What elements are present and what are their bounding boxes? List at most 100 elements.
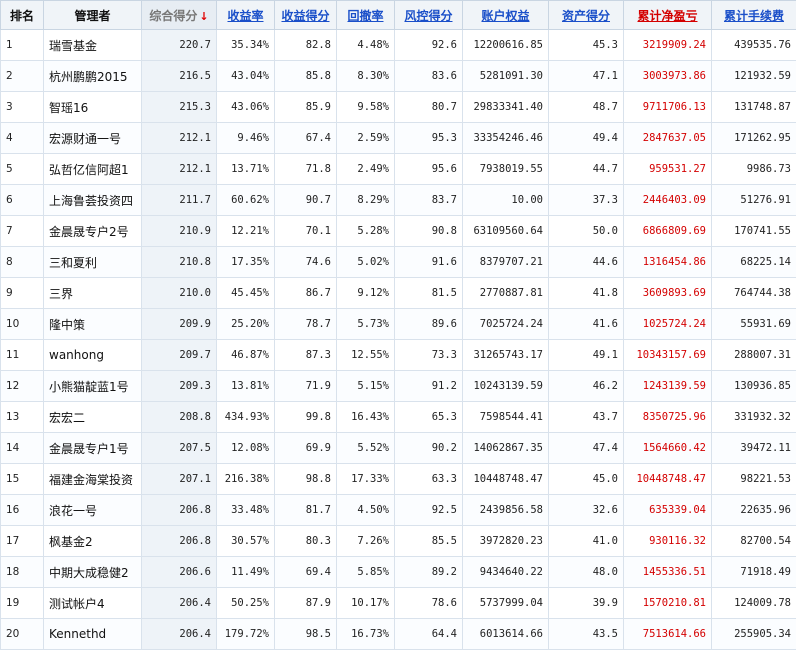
table-row: 1瑞雪基金220.735.34%82.84.48%92.612200616.85…	[1, 30, 796, 61]
return-score-cell: 69.9	[275, 433, 337, 464]
drawdown-cell: 2.49%	[337, 154, 395, 185]
cum-net-pnl-cell: 1564660.42	[624, 433, 712, 464]
drawdown-cell: 16.73%	[337, 619, 395, 650]
total-score-cell: 206.6	[142, 557, 217, 588]
risk-score-cell: 92.5	[395, 495, 463, 526]
return-score-cell: 90.7	[275, 185, 337, 216]
table-row: 6上海鲁荟投资四211.760.62%90.78.29%83.710.0037.…	[1, 185, 796, 216]
return-score-cell: 80.3	[275, 526, 337, 557]
return-rate-cell: 33.48%	[217, 495, 275, 526]
rank-cell: 11	[1, 340, 44, 371]
return-rate-cell: 11.49%	[217, 557, 275, 588]
equity-cell: 7938019.55	[463, 154, 549, 185]
manager-name-cell: 金晨晟专户2号	[44, 216, 142, 247]
ranking-table: 排名 管理者 综合得分↓ 收益率 收益得分 回撤率 风控得分 账户权益 资产得分…	[0, 0, 796, 650]
asset-score-cell: 43.7	[549, 402, 624, 433]
cum-fee-cell: 9986.73	[712, 154, 796, 185]
cum-net-pnl-cell: 1455336.51	[624, 557, 712, 588]
header-total-score-label: 综合得分	[149, 9, 197, 23]
drawdown-cell: 2.59%	[337, 123, 395, 154]
rank-cell: 7	[1, 216, 44, 247]
cum-net-pnl-cell: 1316454.86	[624, 247, 712, 278]
cum-fee-cell: 121932.59	[712, 61, 796, 92]
table-row: 17枫基金2206.830.57%80.37.26%85.53972820.23…	[1, 526, 796, 557]
equity-cell: 29833341.40	[463, 92, 549, 123]
return-score-cell: 78.7	[275, 309, 337, 340]
header-return-score[interactable]: 收益得分	[275, 1, 337, 30]
total-score-cell: 206.8	[142, 526, 217, 557]
return-rate-cell: 45.45%	[217, 278, 275, 309]
return-rate-cell: 434.93%	[217, 402, 275, 433]
cum-fee-cell: 331932.32	[712, 402, 796, 433]
asset-score-cell: 41.8	[549, 278, 624, 309]
table-row: 12小熊猫靛蓝1号209.313.81%71.95.15%91.21024313…	[1, 371, 796, 402]
risk-score-cell: 63.3	[395, 464, 463, 495]
return-rate-cell: 35.34%	[217, 30, 275, 61]
manager-name-cell: 三和夏利	[44, 247, 142, 278]
header-cum-net-pnl[interactable]: 累计净盈亏	[624, 1, 712, 30]
risk-score-cell: 91.6	[395, 247, 463, 278]
header-total-score[interactable]: 综合得分↓	[142, 1, 217, 30]
manager-name-cell: 杭州鹏鹏2015	[44, 61, 142, 92]
risk-score-cell: 80.7	[395, 92, 463, 123]
rank-cell: 2	[1, 61, 44, 92]
equity-cell: 6013614.66	[463, 619, 549, 650]
cum-net-pnl-cell: 1243139.59	[624, 371, 712, 402]
equity-cell: 14062867.35	[463, 433, 549, 464]
return-score-cell: 85.8	[275, 61, 337, 92]
cum-net-pnl-cell: 3219909.24	[624, 30, 712, 61]
cum-fee-cell: 288007.31	[712, 340, 796, 371]
manager-name-cell: 弘哲亿信阿超1	[44, 154, 142, 185]
table-row: 9三界210.045.45%86.79.12%81.52770887.8141.…	[1, 278, 796, 309]
rank-cell: 14	[1, 433, 44, 464]
equity-cell: 2439856.58	[463, 495, 549, 526]
risk-score-cell: 83.7	[395, 185, 463, 216]
rank-cell: 20	[1, 619, 44, 650]
cum-net-pnl-cell: 3003973.86	[624, 61, 712, 92]
return-rate-cell: 12.21%	[217, 216, 275, 247]
equity-cell: 10.00	[463, 185, 549, 216]
equity-cell: 8379707.21	[463, 247, 549, 278]
table-row: 5弘哲亿信阿超1212.113.71%71.82.49%95.67938019.…	[1, 154, 796, 185]
manager-name-cell: 小熊猫靛蓝1号	[44, 371, 142, 402]
header-drawdown[interactable]: 回撤率	[337, 1, 395, 30]
sort-down-arrow-icon: ↓	[199, 10, 208, 23]
cum-fee-cell: 22635.96	[712, 495, 796, 526]
rank-cell: 12	[1, 371, 44, 402]
return-score-cell: 81.7	[275, 495, 337, 526]
risk-score-cell: 78.6	[395, 588, 463, 619]
cum-fee-cell: 82700.54	[712, 526, 796, 557]
total-score-cell: 208.8	[142, 402, 217, 433]
header-return-rate[interactable]: 收益率	[217, 1, 275, 30]
total-score-cell: 210.8	[142, 247, 217, 278]
total-score-cell: 206.8	[142, 495, 217, 526]
cum-fee-cell: 171262.95	[712, 123, 796, 154]
drawdown-cell: 8.30%	[337, 61, 395, 92]
cum-net-pnl-cell: 959531.27	[624, 154, 712, 185]
header-equity[interactable]: 账户权益	[463, 1, 549, 30]
total-score-cell: 212.1	[142, 123, 217, 154]
header-risk-score[interactable]: 风控得分	[395, 1, 463, 30]
rank-cell: 16	[1, 495, 44, 526]
table-row: 3智瑶16215.343.06%85.99.58%80.729833341.40…	[1, 92, 796, 123]
asset-score-cell: 44.6	[549, 247, 624, 278]
return-rate-cell: 46.87%	[217, 340, 275, 371]
total-score-cell: 211.7	[142, 185, 217, 216]
rank-cell: 1	[1, 30, 44, 61]
risk-score-cell: 73.3	[395, 340, 463, 371]
equity-cell: 12200616.85	[463, 30, 549, 61]
risk-score-cell: 85.5	[395, 526, 463, 557]
total-score-cell: 209.3	[142, 371, 217, 402]
cum-net-pnl-cell: 1025724.24	[624, 309, 712, 340]
return-score-cell: 98.8	[275, 464, 337, 495]
cum-net-pnl-cell: 2446403.09	[624, 185, 712, 216]
risk-score-cell: 92.6	[395, 30, 463, 61]
equity-cell: 5281091.30	[463, 61, 549, 92]
header-cum-fee[interactable]: 累计手续费	[712, 1, 796, 30]
drawdown-cell: 5.52%	[337, 433, 395, 464]
rank-cell: 18	[1, 557, 44, 588]
header-asset-score[interactable]: 资产得分	[549, 1, 624, 30]
return-score-cell: 71.9	[275, 371, 337, 402]
cum-fee-cell: 439535.76	[712, 30, 796, 61]
asset-score-cell: 47.1	[549, 61, 624, 92]
